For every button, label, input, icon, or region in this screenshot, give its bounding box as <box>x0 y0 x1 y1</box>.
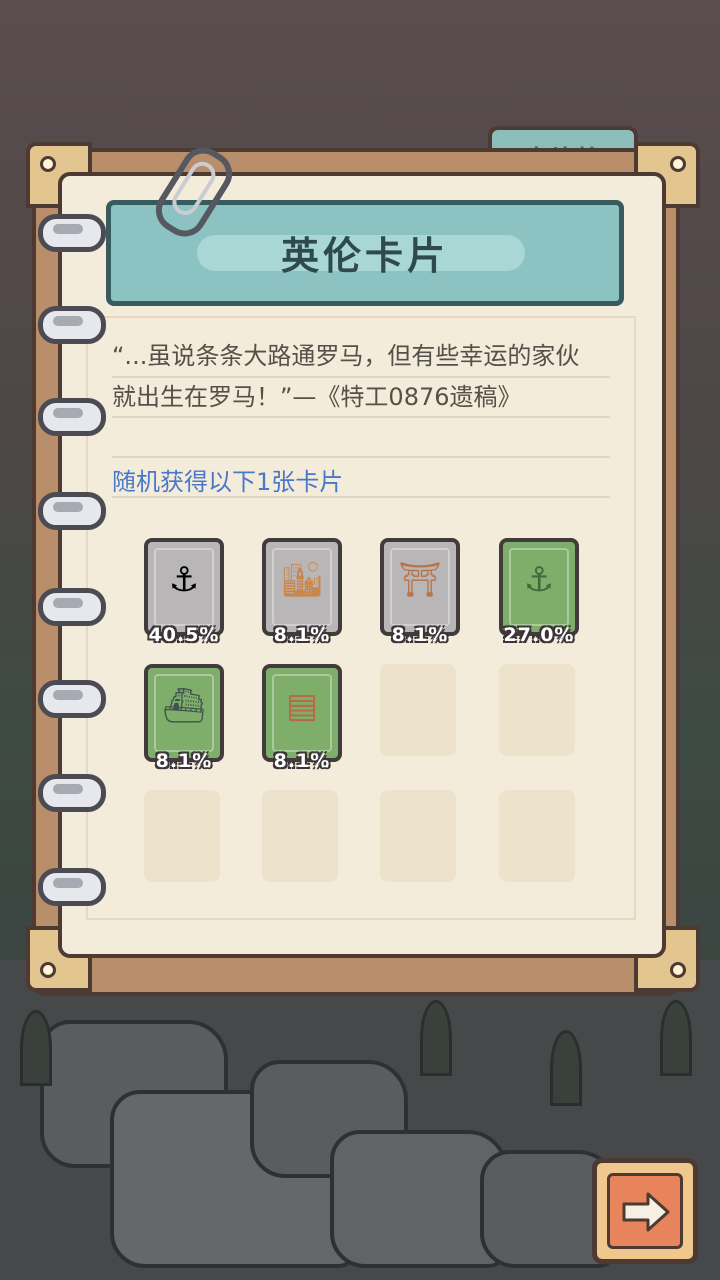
plant <box>420 1000 452 1076</box>
empty-card-slot <box>499 790 575 882</box>
empty-card-slot <box>499 664 575 756</box>
card-item[interactable]: ⛩ 8.1% <box>380 538 460 646</box>
plant <box>660 1000 692 1076</box>
card-item[interactable]: ⚓ 40.5% <box>144 538 224 646</box>
empty-card-slot <box>380 790 456 882</box>
card-probability: 8.1% <box>273 750 331 772</box>
plant <box>550 1030 582 1106</box>
card-probability: 8.1% <box>155 750 213 772</box>
card-item[interactable]: ▤ 8.1% <box>262 664 342 772</box>
skyscraper-icon: 🏙 <box>280 560 324 600</box>
divider <box>112 456 610 458</box>
empty-card-slot <box>262 790 338 882</box>
card-probability: 8.1% <box>273 624 331 646</box>
binder-ring <box>38 306 106 344</box>
binder-ring <box>38 214 106 252</box>
map-document-icon: ▤ <box>285 686 319 726</box>
arrow-right-icon <box>622 1192 670 1232</box>
plant <box>20 1010 52 1086</box>
aircraft-carrier-icon: ⛴ <box>162 686 206 726</box>
card-probability: 40.5% <box>148 624 220 646</box>
divider <box>112 416 610 418</box>
binder-ring <box>38 588 106 626</box>
next-button[interactable] <box>592 1158 698 1264</box>
anchor-icon: ⚓ <box>168 560 200 600</box>
divider <box>112 376 610 378</box>
quote-line: 就出生在罗马！”—《特工0876遗稿》 <box>112 383 522 411</box>
card-item[interactable]: ⚓ 27.0% <box>499 538 579 646</box>
quote-line: “...虽说条条大路通罗马，但有些幸运的家伙 <box>112 342 580 370</box>
empty-card-slot <box>144 790 220 882</box>
binder-ring <box>38 868 106 906</box>
binder-ring <box>38 680 106 718</box>
binder-ring <box>38 774 106 812</box>
card-probability: 8.1% <box>391 624 449 646</box>
bridge-icon: ⛩ <box>398 560 442 600</box>
binder-ring <box>38 492 106 530</box>
anchor-icon: ⚓ <box>523 560 555 600</box>
empty-card-slot <box>380 664 456 756</box>
reward-info: 随机获得以下1张卡片 <box>112 468 344 496</box>
card-item[interactable]: ⛴ 8.1% <box>144 664 224 772</box>
card-probability: 27.0% <box>503 624 575 646</box>
binder-ring <box>38 398 106 436</box>
card-item[interactable]: 🏙 8.1% <box>262 538 342 646</box>
